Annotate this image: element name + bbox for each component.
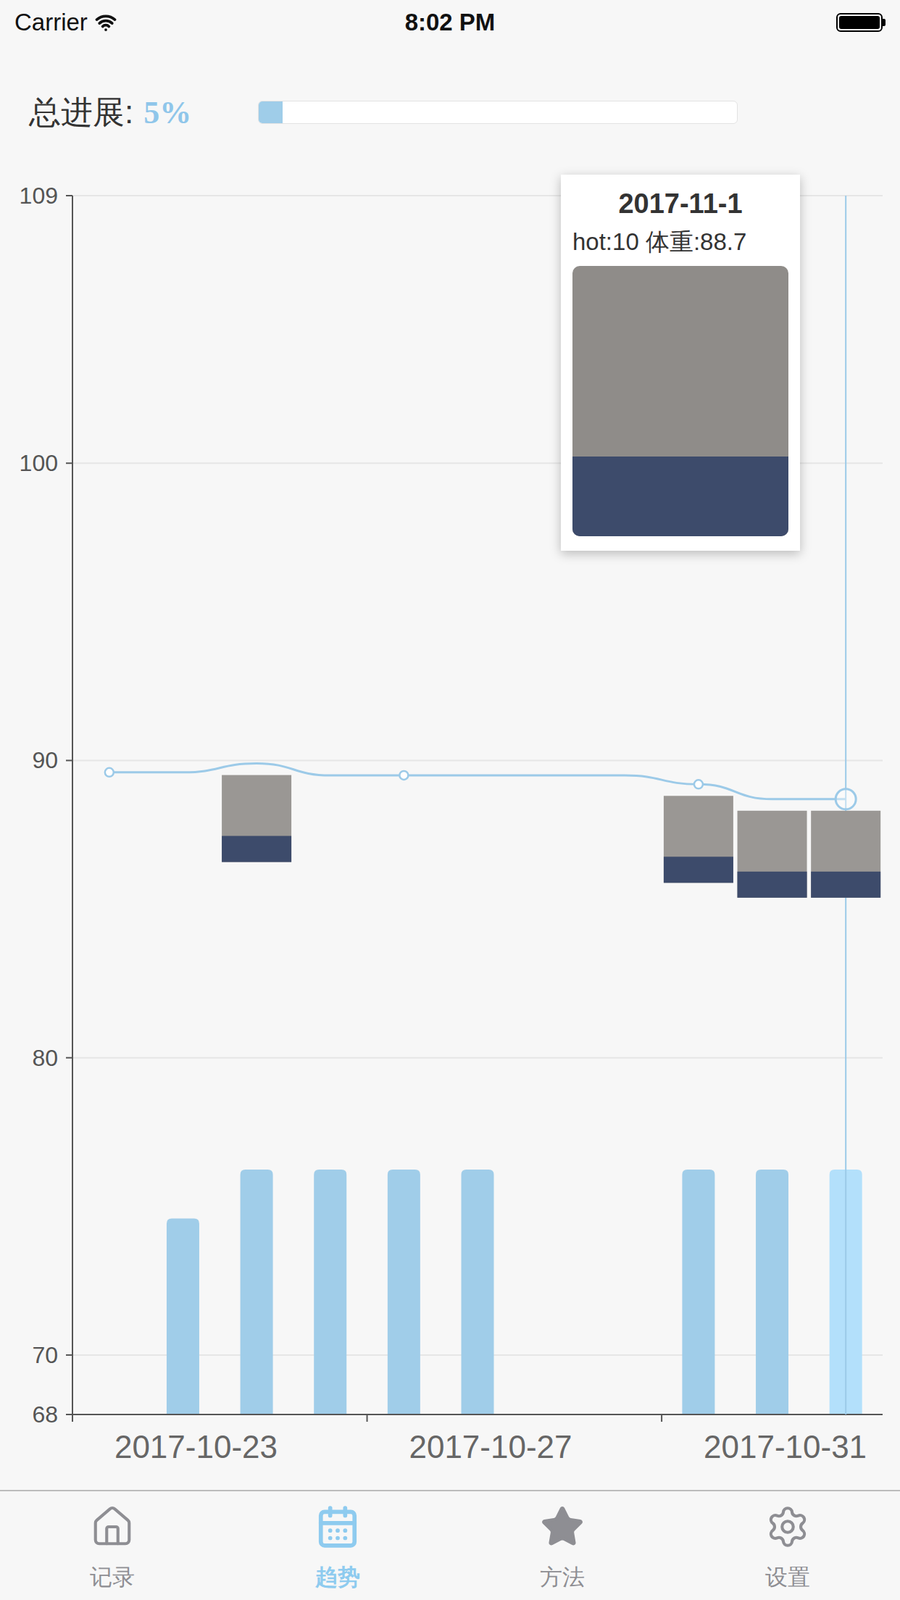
grid-line — [72, 759, 883, 761]
y-tick-label: 100 — [19, 450, 58, 477]
hot-bar[interactable] — [681, 1169, 715, 1415]
progress-value: 5% — [143, 89, 192, 137]
battery-tip — [882, 18, 886, 27]
y-tick: 80 — [31, 1044, 883, 1072]
x-tick-label: 2017-10-31 — [703, 1428, 867, 1465]
progress-fill — [258, 101, 283, 124]
tick-mark — [660, 1414, 663, 1422]
x-tick: 2017-10-27 — [367, 1414, 573, 1465]
tick-mark — [65, 194, 73, 197]
data-point[interactable] — [105, 768, 114, 777]
hot-bar[interactable] — [240, 1169, 274, 1415]
battery-group — [594, 13, 886, 32]
hot-bar[interactable] — [755, 1169, 789, 1415]
progress-label: 总进展: — [28, 88, 134, 137]
tick-mark — [65, 759, 73, 761]
tick-mark — [366, 1414, 369, 1422]
hot-bar[interactable] — [166, 1218, 200, 1415]
tab-label: 趋势 — [315, 1564, 361, 1591]
status-bar: Carrier 8:02 PM — [0, 0, 900, 45]
home-icon — [89, 1504, 135, 1550]
y-tick-label: 109 — [19, 182, 58, 209]
carrier-group: Carrier — [14, 4, 306, 41]
data-point[interactable] — [399, 771, 408, 780]
chart-tooltip: 2017-11-1hot:10 体重:88.7 — [560, 174, 800, 551]
tab-item[interactable]: 趋势 — [225, 1491, 451, 1600]
photo-thumbnail[interactable] — [221, 775, 292, 863]
tick-mark — [71, 1414, 74, 1422]
wifi-icon — [94, 11, 117, 34]
star-icon — [539, 1504, 585, 1550]
y-tick-label: 70 — [31, 1342, 58, 1369]
y-axis — [71, 195, 74, 1415]
x-tick: 2017-10-31 — [661, 1414, 867, 1465]
y-tick-label: 80 — [31, 1044, 58, 1072]
tab-label: 方法 — [539, 1564, 585, 1591]
photo-block — [572, 456, 789, 537]
y-tick: 68 — [31, 1401, 73, 1428]
tab-label: 设置 — [765, 1564, 811, 1591]
trend-chart[interactable]: 109 100 90 80 70 68 2017-10-23 2017-10-27 2017-1… — [0, 166, 900, 1490]
progress-row: 总进展:5% — [0, 44, 900, 167]
photo-thumbnail[interactable] — [737, 810, 808, 898]
tab-bar: 记录 趋势 方法 设置 — [0, 1489, 900, 1600]
status-time: 8:02 PM — [305, 4, 596, 41]
progress-label-group: 总进展:5% — [28, 88, 258, 137]
hot-bar[interactable] — [313, 1169, 347, 1415]
weight-line — [109, 763, 846, 800]
tab-item[interactable]: 记录 — [0, 1491, 226, 1600]
tab-item[interactable]: 方法 — [450, 1491, 676, 1600]
x-axis — [72, 1413, 883, 1416]
photo-thumbnail[interactable] — [663, 795, 734, 883]
y-tick-label: 68 — [31, 1401, 58, 1428]
x-tick-label: 2017-10-27 — [408, 1428, 572, 1465]
gear-icon — [765, 1504, 811, 1550]
x-tick-label: 2017-10-23 — [114, 1428, 278, 1465]
hot-bar[interactable] — [461, 1169, 495, 1415]
tooltip-photo — [572, 265, 789, 537]
tick-mark — [65, 1413, 73, 1416]
y-tick: 70 — [31, 1342, 883, 1369]
app-screen: Carrier 8:02 PM 总进展:5% 109 100 90 80 70 68 2017-1… — [0, 0, 900, 1600]
tick-mark — [65, 462, 73, 464]
tick-mark — [65, 1057, 73, 1059]
data-point[interactable] — [694, 779, 703, 789]
tab-label: 记录 — [89, 1564, 135, 1591]
tick-mark — [65, 1354, 73, 1356]
calendar-icon — [315, 1504, 361, 1550]
selected-point[interactable] — [835, 789, 856, 810]
tooltip-title: 2017-11-1 — [618, 184, 743, 223]
carrier-label: Carrier — [14, 4, 88, 41]
y-tick: 90 — [31, 747, 883, 774]
tab-item[interactable]: 设置 — [675, 1491, 900, 1600]
photo-thumbnail[interactable] — [810, 810, 881, 898]
grid-line — [72, 1057, 883, 1059]
y-tick-label: 90 — [31, 747, 58, 774]
progress-bar — [257, 100, 738, 124]
battery-icon — [836, 13, 883, 32]
x-tick: 2017-10-23 — [72, 1414, 278, 1465]
tooltip-text: hot:10 体重:88.7 — [572, 226, 747, 258]
hot-bar[interactable] — [387, 1169, 421, 1415]
